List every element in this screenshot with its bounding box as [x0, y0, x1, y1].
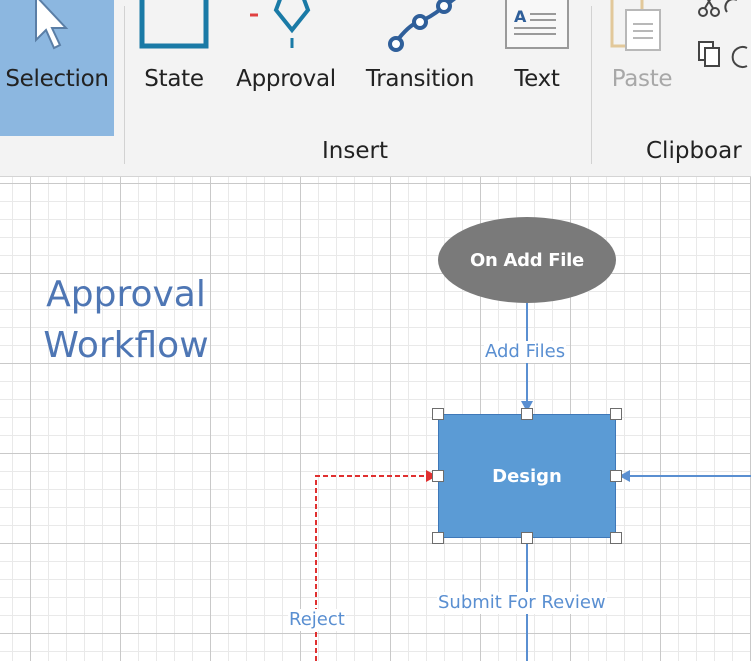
ribbon-toolbar: Selection State Approval Transition A Te…	[0, 0, 751, 177]
text-tool-button[interactable]: A Text	[496, 0, 578, 136]
resize-handle-left[interactable]	[432, 470, 444, 482]
text-box-icon: A	[505, 0, 569, 49]
title-line-2: Workflow	[43, 325, 209, 366]
group-divider	[124, 6, 125, 164]
resize-handle-top-right[interactable]	[610, 408, 622, 420]
approval-diamond-icon	[250, 0, 311, 48]
title-line-1: Approval	[46, 274, 206, 315]
connector-lines	[315, 303, 751, 661]
design-state-node[interactable]: Design	[438, 414, 616, 538]
copy-icon[interactable]	[697, 40, 751, 74]
state-tool-button[interactable]: State	[132, 0, 216, 136]
workflow-design-canvas[interactable]: Approval Workflow On Add File Add Files …	[0, 177, 751, 661]
text-label: Text	[514, 66, 560, 92]
selection-tool-button[interactable]: Selection	[0, 0, 114, 136]
resize-handle-bottom-left[interactable]	[432, 532, 444, 544]
insert-group-label: Insert	[322, 138, 388, 164]
transition-label: Transition	[365, 66, 475, 92]
start-node[interactable]: On Add File	[438, 217, 616, 303]
pointer-arrow-icon	[35, 0, 69, 50]
transition-connector-icon	[388, 0, 456, 52]
transition-tool-button[interactable]: Transition	[356, 0, 484, 136]
resize-handle-right[interactable]	[610, 470, 622, 482]
clipboard-group-label: Clipboar	[646, 138, 742, 164]
submit-for-review-label[interactable]: Submit For Review	[437, 592, 607, 614]
resize-handle-bottom[interactable]	[521, 532, 533, 544]
cut-scissors-icon[interactable]	[697, 0, 737, 24]
group-divider	[591, 6, 592, 164]
workflow-title-text[interactable]: Approval Workflow	[36, 269, 216, 371]
paste-button[interactable]: Paste	[600, 0, 684, 136]
resize-handle-bottom-right[interactable]	[610, 532, 622, 544]
approval-label: Approval	[236, 66, 336, 92]
state-label: State	[144, 66, 204, 92]
selection-label: Selection	[5, 66, 109, 92]
svg-text:A: A	[514, 7, 527, 26]
reject-label[interactable]: Reject	[288, 609, 346, 631]
resize-handle-top[interactable]	[521, 408, 533, 420]
state-square-icon	[139, 0, 209, 49]
add-files-label[interactable]: Add Files	[484, 341, 567, 363]
approval-tool-button[interactable]: Approval	[228, 0, 344, 136]
resize-handle-top-left[interactable]	[432, 408, 444, 420]
reject-connector[interactable]	[315, 475, 428, 661]
paste-label: Paste	[611, 66, 673, 92]
clipboard-paste-icon	[610, 0, 661, 51]
